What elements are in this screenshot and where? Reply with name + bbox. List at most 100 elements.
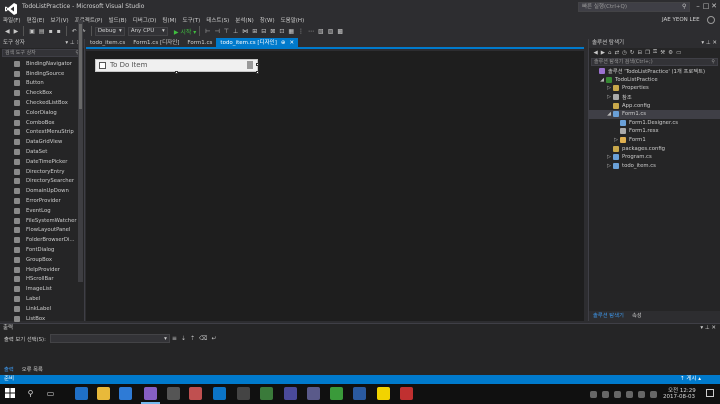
next-message-icon[interactable]: ⇣ xyxy=(181,335,186,342)
tab-order-icon[interactable]: ▩ xyxy=(337,28,343,35)
sync-icon[interactable]: ⇄ xyxy=(614,50,619,56)
tab-properties[interactable]: 속성 xyxy=(628,311,646,321)
align-bottom-icon[interactable]: ⊞ xyxy=(252,28,257,35)
maximize-icon[interactable]: □ xyxy=(702,0,710,12)
solution-node[interactable]: 솔루션 'TodoListPractice' (1개 프로젝트) xyxy=(589,67,720,76)
windows-start-icon[interactable] xyxy=(3,386,17,400)
solution-search-input[interactable]: 솔루션 탐색기 검색(Ctrl+;) ⚲ xyxy=(591,58,718,66)
open-icon[interactable]: ▤ xyxy=(39,28,45,35)
tray-icon[interactable] xyxy=(626,391,633,398)
view-designer-icon[interactable]: ▭ xyxy=(676,50,681,56)
edge-icon[interactable] xyxy=(75,387,88,400)
close-icon[interactable]: ✕ xyxy=(289,38,294,48)
solution-node[interactable]: packages.config xyxy=(589,144,720,153)
properties-icon[interactable]: ⚒ xyxy=(660,50,665,56)
user-name[interactable]: JAE YEON LEE xyxy=(662,17,700,23)
wrench-icon[interactable]: ⚙ xyxy=(668,50,673,56)
doc-tab[interactable]: todo_item.cs [디자인] ⊕ ✕ xyxy=(216,38,299,48)
solution-node[interactable]: Form1.resx xyxy=(589,127,720,136)
solution-node[interactable]: Form1.Designer.cs xyxy=(589,119,720,128)
solution-node[interactable]: ◢ TodoListPractice xyxy=(589,76,720,85)
toolbox-item[interactable]: FileSystemWatcher xyxy=(0,216,78,226)
same-width-icon[interactable]: ⊟ xyxy=(261,28,266,35)
toolbox-item[interactable]: HScrollBar xyxy=(0,275,78,285)
todo-item-label[interactable]: To Do Item xyxy=(110,61,147,69)
app-icon[interactable] xyxy=(260,387,273,400)
toolbox-item[interactable]: FontDialog xyxy=(0,245,78,255)
home-icon[interactable]: ⌂ xyxy=(608,50,612,56)
menu-file[interactable]: 파일(F) xyxy=(0,16,24,24)
toolbox-item[interactable]: FlowLayoutPanel xyxy=(0,226,78,236)
tray-icon[interactable] xyxy=(650,391,657,398)
app-icon[interactable] xyxy=(307,387,320,400)
expand-arrow-icon[interactable]: ▷ xyxy=(613,137,619,143)
clock-time[interactable]: 오전 12:29 xyxy=(668,386,696,394)
align-left-icon[interactable]: ⊢ xyxy=(205,28,210,35)
doc-tab[interactable]: todo_item.cs xyxy=(86,38,129,48)
copy-icon[interactable]: ❐ xyxy=(645,50,650,56)
save-icon[interactable]: ▪ xyxy=(49,28,53,35)
publish-button[interactable]: ↑ 게시 ▴ xyxy=(680,375,701,384)
tray-icon[interactable] xyxy=(602,391,609,398)
toolbox-item[interactable]: LinkLabel xyxy=(0,304,78,314)
grid-icon[interactable]: ▦ xyxy=(288,28,294,35)
filezilla-icon[interactable] xyxy=(400,387,413,400)
app-icon[interactable] xyxy=(213,387,226,400)
configuration-select[interactable]: Debug ▾ xyxy=(94,26,125,36)
solution-node[interactable]: ▷ 참조 xyxy=(589,93,720,102)
toolbox-item[interactable]: CheckBox xyxy=(0,88,78,98)
word-wrap-icon[interactable]: ↵ xyxy=(211,335,216,342)
toolbox-item[interactable]: DirectoryEntry xyxy=(0,167,78,177)
menu-build[interactable]: 빌드(B) xyxy=(106,16,130,24)
same-height-icon[interactable]: ⊠ xyxy=(270,28,275,35)
expand-arrow-icon[interactable]: ▷ xyxy=(606,154,612,160)
same-size-icon[interactable]: ⊡ xyxy=(279,28,284,35)
menu-help[interactable]: 도움말(H) xyxy=(278,16,308,24)
toolbox-item[interactable]: ComboBox xyxy=(0,118,78,128)
doc-tab[interactable]: Form1.cs [디자인] xyxy=(129,38,183,48)
toolbox-item[interactable]: DomainUpDown xyxy=(0,186,78,196)
pin-icon[interactable]: ▾ ⊥ ✕ xyxy=(701,39,717,48)
toolbox-item[interactable]: EventLog xyxy=(0,206,78,216)
toolbox-item[interactable]: DirectorySearcher xyxy=(0,177,78,187)
app-icon[interactable] xyxy=(353,387,366,400)
toolbox-scroll-thumb[interactable] xyxy=(79,24,82,109)
resize-handle-corner[interactable] xyxy=(256,71,259,74)
close-icon[interactable]: ✕ xyxy=(710,0,718,12)
toolbox-item[interactable]: DataGridView xyxy=(0,137,78,147)
notification-icon[interactable] xyxy=(706,389,714,397)
tab-error-list[interactable]: 오류 목록 xyxy=(18,365,47,375)
toolbox-item[interactable]: DateTimePicker xyxy=(0,157,78,167)
new-project-icon[interactable]: ▣ xyxy=(29,28,35,35)
toolbox-item[interactable]: GroupBox xyxy=(0,255,78,265)
pin-icon[interactable]: ⊕ xyxy=(281,38,286,48)
search-icon[interactable]: ⚲ xyxy=(24,387,37,400)
tray-icon[interactable] xyxy=(614,391,621,398)
app-icon[interactable] xyxy=(167,387,180,400)
expand-arrow-icon[interactable]: ▷ xyxy=(606,85,612,91)
clock-date[interactable]: 2017-08-03 xyxy=(663,394,695,400)
output-source-select[interactable]: ▾ xyxy=(49,334,170,343)
toolbox-item[interactable]: ContextMenuStrip xyxy=(0,128,78,138)
prev-message-icon[interactable]: ⇡ xyxy=(190,335,195,342)
menu-tools[interactable]: 도구(T) xyxy=(180,16,204,24)
toolbox-item[interactable]: ColorDialog xyxy=(0,108,78,118)
back-icon[interactable]: ◀ xyxy=(5,28,10,35)
toolbox-item[interactable]: ImageList xyxy=(0,284,78,294)
forward-icon[interactable]: ▶ xyxy=(14,28,19,35)
collapse-icon[interactable]: ⊟ xyxy=(638,50,643,56)
send-back-icon[interactable]: ▨ xyxy=(328,28,334,35)
toolbox-item[interactable]: CheckedListBox xyxy=(0,98,78,108)
solution-node[interactable]: ▷ Program.cs xyxy=(589,153,720,162)
task-view-icon[interactable]: ▭ xyxy=(44,387,57,400)
expand-arrow-icon[interactable]: ◢ xyxy=(606,111,612,117)
clear-all-icon[interactable]: ⌫ xyxy=(199,335,207,342)
store-icon[interactable] xyxy=(119,387,132,400)
spacing-icon[interactable]: ⋯ xyxy=(308,28,314,35)
history-icon[interactable]: ◷ xyxy=(622,50,627,56)
menu-debug[interactable]: 디버그(D) xyxy=(130,16,160,24)
back-icon[interactable]: ◀ xyxy=(594,50,598,56)
expand-arrow-icon[interactable]: ▷ xyxy=(606,94,612,100)
expand-arrow-icon[interactable]: ▷ xyxy=(606,163,612,169)
tab-output[interactable]: 출력 xyxy=(0,365,18,375)
